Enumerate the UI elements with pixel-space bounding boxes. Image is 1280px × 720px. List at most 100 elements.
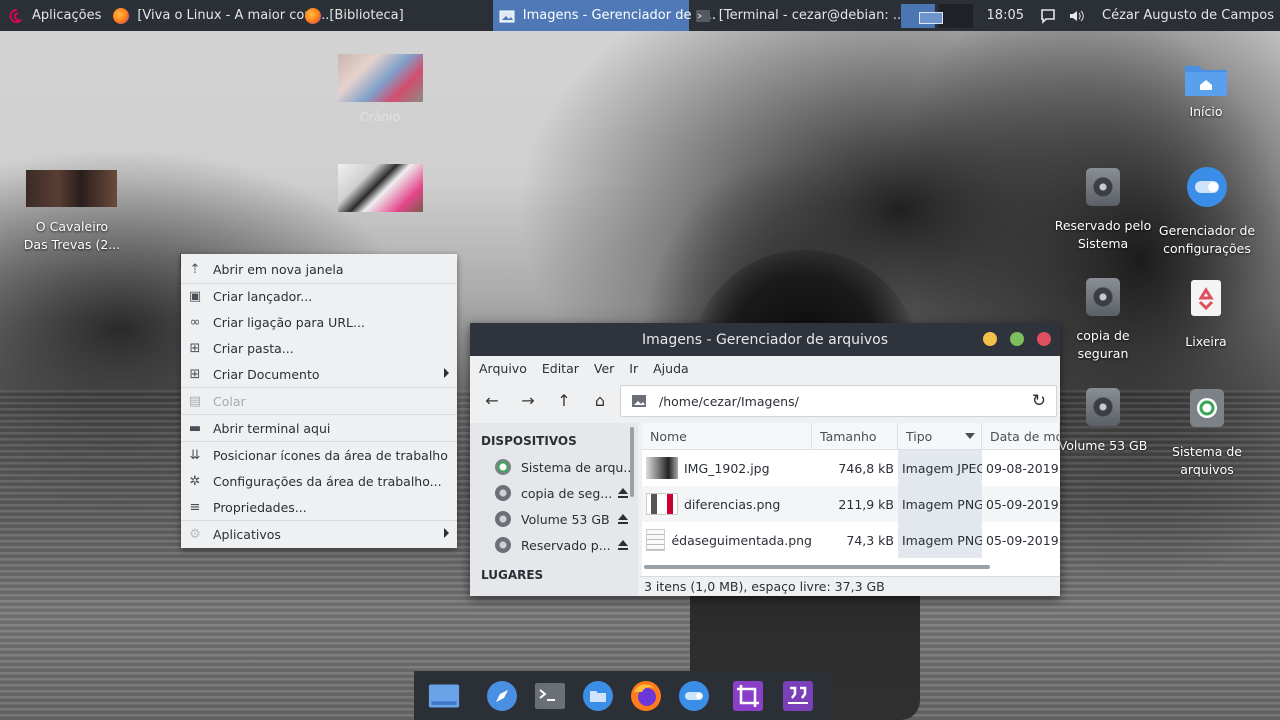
home-button[interactable]: ⌂ [586,386,614,414]
sidebar-item-sistema[interactable]: Sistema de arqu... [470,454,638,480]
terminal-icon[interactable] [534,680,566,712]
applications-menu[interactable]: Aplicações [0,0,107,31]
minimize-button[interactable] [983,332,997,346]
desktop-icon-label-line1: O Cavaleiro [35,219,109,234]
table-row[interactable]: édaseguimentada.png 74,3 kB Imagem PNG 0… [642,522,1060,558]
taskbar-window-label: [Biblioteca] [329,8,404,23]
column-tipo[interactable]: Tipo [898,423,982,449]
desktop-icon-label-line1: copia de [1076,328,1130,343]
clock[interactable]: 18:05 [981,0,1030,31]
desktop-icon-cavaleiro[interactable]: O Cavaleiro Das Trevas (2... [16,218,128,254]
maximize-button[interactable] [1010,332,1024,346]
workspace-1[interactable] [900,3,943,28]
desktop-icon-label-line1: Reservado pelo [1054,218,1152,233]
menu-create-url-link[interactable]: ∞ Criar ligação para URL... [181,309,457,335]
desktop-icon-reservado[interactable]: Reservado pelo Sistema [1052,168,1154,253]
menu-create-launcher[interactable]: ▣ Criar lançador... [181,283,457,309]
screenshot-crop-icon[interactable] [732,680,764,712]
menu-open-terminal[interactable]: ▬ Abrir terminal aqui [181,415,457,441]
taskbar-window-imagens[interactable]: Imagens - Gerenciador de a... [492,0,716,31]
menu-create-document[interactable]: ⊞ Criar Documento [181,361,457,387]
toolbar: ← → ↑ ⌂ /home/cezar/Imagens/ ↻ [470,380,1060,420]
thumbnail-cranio[interactable] [338,54,423,102]
menu-create-folder[interactable]: ⊞ Criar pasta... [181,335,457,361]
workspace-2[interactable] [938,3,973,28]
browser-compass-icon[interactable] [486,680,518,712]
thumbnail-image[interactable] [338,164,423,212]
taskbar-window-biblioteca[interactable]: [Biblioteca] [299,0,414,31]
taskbar-window-terminal[interactable]: [Terminal - cezar@debian: ... [689,0,905,31]
terminal-icon [695,9,710,22]
desktop-icon-lixeira[interactable]: Lixeira [1160,278,1252,351]
quote-notes-icon[interactable] [782,680,814,712]
paste-icon: ▤ [188,393,202,409]
menubar: Arquivo Editar Ver Ir Ajuda [470,356,1060,380]
menu-item-label: Criar lançador... [213,288,313,304]
column-data[interactable]: Data de mod [982,423,1060,449]
close-button[interactable] [1037,332,1051,346]
desktop-icon-volume[interactable]: Volume 53 GB [1052,388,1154,455]
sidebar-item-reservado[interactable]: Reservado p... [470,532,638,558]
eject-icon[interactable] [618,488,628,498]
desktop-icon-copia[interactable]: copia de seguran [1052,278,1154,363]
desktop-icon-label-line2: configurações [1163,241,1251,256]
sidebar-item-copia[interactable]: copia de seg... [470,480,638,506]
table-row[interactable]: IMG_1902.jpg 746,8 kB Imagem JPEG 09-08-… [642,450,1060,486]
file-manager-folder-icon[interactable] [582,680,614,712]
menu-ajuda[interactable]: Ajuda [653,361,689,376]
menu-desktop-settings[interactable]: ✲ Configurações da área de trabalho... [181,468,457,494]
menu-applications[interactable]: ⚙ Aplicativos [181,521,457,547]
menu-properties[interactable]: ≡ Propriedades... [181,494,457,520]
menu-editar[interactable]: Editar [542,361,579,376]
desktop-icon-label-line2: arquivos [1180,462,1234,477]
desktop-icon-cranio[interactable]: Crânio [330,108,430,126]
menu-arquivo[interactable]: Arquivo [479,361,527,376]
volume-icon[interactable] [1062,0,1090,31]
settings-toggle-icon[interactable] [678,680,710,712]
debian-swirl-icon [9,8,22,23]
desktop-icon-sistema[interactable]: Sistema de arquivos [1156,388,1258,479]
menu-paste: ▤ Colar [181,388,457,414]
menu-item-label: Propriedades... [213,499,307,515]
back-button[interactable]: ← [478,386,506,414]
desktop-icon-gerenciador[interactable]: Gerenciador de configurações [1156,166,1258,258]
file-name: diferencias.png [684,496,781,512]
eject-icon[interactable] [618,540,628,550]
menu-ver[interactable]: Ver [594,361,614,376]
settings-toggle-icon [1187,167,1227,207]
sidebar-item-volume[interactable]: Volume 53 GB [470,506,638,532]
firefox-icon[interactable] [630,680,662,712]
menu-item-label: Colar [213,393,246,409]
sidebar-scrollbar[interactable] [630,427,634,497]
menu-ir[interactable]: Ir [629,361,638,376]
hard-drive-icon [1086,388,1120,426]
menu-arrange-icons[interactable]: ⇊ Posicionar ícones da área de trabalho [181,442,457,468]
user-menu[interactable]: Cézar Augusto de Campos [1096,0,1280,31]
menu-item-label: Configurações da área de trabalho... [213,473,442,489]
table-row[interactable]: diferencias.png 211,9 kB Imagem PNG 05-0… [642,486,1060,522]
column-tipo-label: Tipo [906,428,933,444]
menu-open-new-window[interactable]: ⇡ Abrir em nova janela [181,256,457,282]
desktop-icon-dock[interactable] [428,680,460,712]
notifications-icon[interactable] [1034,0,1062,31]
window-titlebar[interactable]: Imagens - Gerenciador de arquivos [470,323,1060,356]
file-name: édaseguimentada.png [671,532,812,548]
desktop-icon-inicio[interactable]: Início [1160,60,1252,121]
forward-button[interactable]: → [514,386,542,414]
image-thumbnail-icon [646,457,678,479]
column-header: Nome Tamanho Tipo Data de mod [642,423,1060,450]
workspace-window-preview [918,11,943,24]
column-tamanho[interactable]: Tamanho [812,423,898,449]
reload-icon[interactable]: ↻ [1032,391,1046,411]
column-nome[interactable]: Nome [642,423,812,449]
up-button[interactable]: ↑ [550,386,578,414]
eject-icon[interactable] [618,514,628,524]
launcher-icon: ▣ [188,288,202,304]
file-name: IMG_1902.jpg [684,460,770,476]
hard-drive-icon [1086,278,1120,316]
thumbnail-cavaleiro[interactable] [26,170,117,207]
horizontal-scrollbar[interactable] [644,565,990,569]
menu-item-label: Aplicativos [213,526,281,542]
address-bar[interactable]: /home/cezar/Imagens/ ↻ [620,385,1057,417]
taskbar-window-vivaolinux[interactable]: [Viva o Linux - A maior com... [107,0,329,31]
